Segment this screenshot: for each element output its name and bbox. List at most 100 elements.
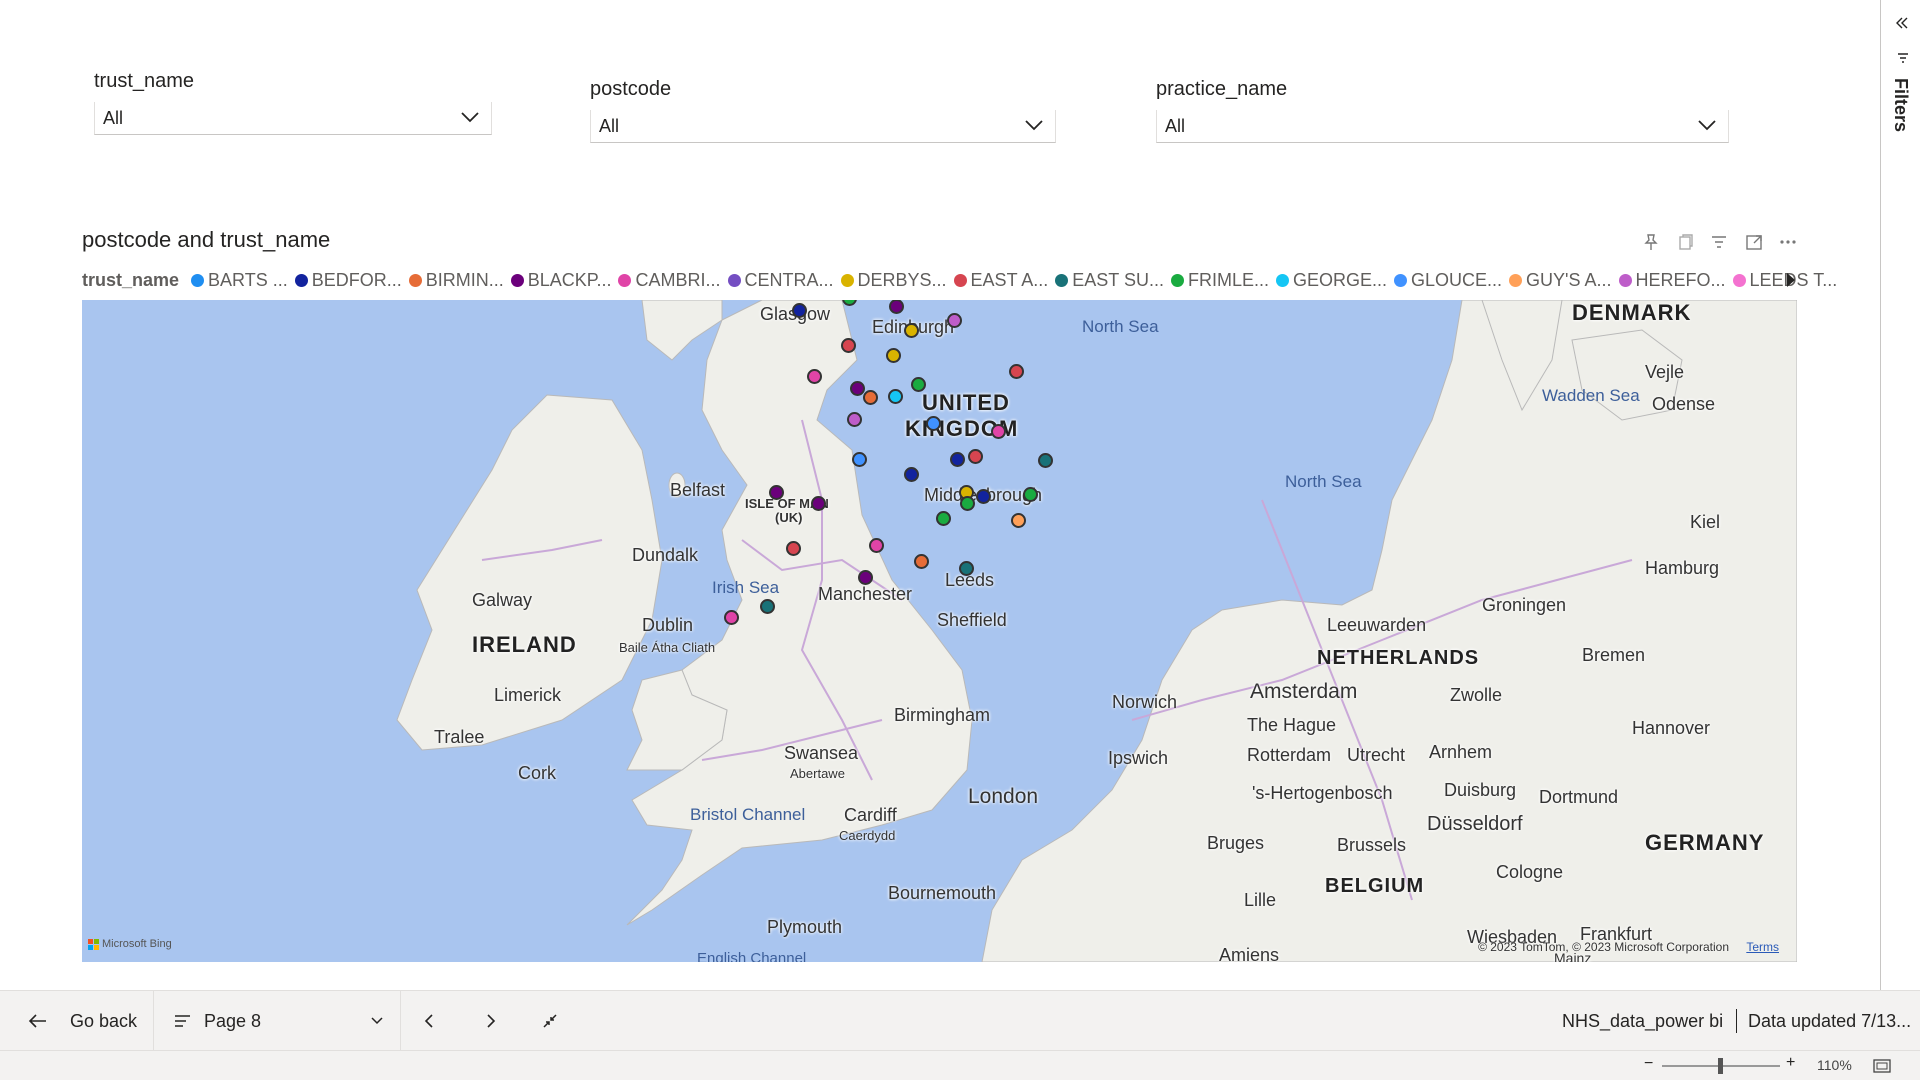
- map-label: (UK): [775, 510, 803, 525]
- legend-label: GEORGE...: [1292, 269, 1388, 290]
- map-data-point[interactable]: [959, 561, 974, 576]
- map-data-point[interactable]: [841, 338, 856, 353]
- map-visual[interactable]: Glasgow Edinburgh North Sea DENMARK Vejl…: [82, 300, 1797, 962]
- chevron-double-left-icon[interactable]: [1895, 16, 1909, 30]
- map-data-point[interactable]: [904, 323, 919, 338]
- map-data-point[interactable]: [968, 449, 983, 464]
- map-data-point[interactable]: [1009, 364, 1024, 379]
- map-data-point[interactable]: [852, 452, 867, 467]
- map-data-point[interactable]: [976, 489, 991, 504]
- map-data-point[interactable]: [947, 313, 962, 328]
- map-data-point[interactable]: [991, 424, 1006, 439]
- more-options-icon[interactable]: [1778, 232, 1798, 252]
- zoom-in-icon[interactable]: +: [1786, 1054, 1795, 1072]
- legend-item[interactable]: GLOUCE...: [1394, 270, 1502, 291]
- zoom-out-icon[interactable]: −: [1644, 1055, 1653, 1073]
- map-data-point[interactable]: [1038, 453, 1053, 468]
- map-data-point[interactable]: [760, 599, 775, 614]
- legend-dot: [191, 273, 205, 287]
- legend-dot: [618, 273, 632, 287]
- map-label: NETHERLANDS: [1317, 647, 1480, 669]
- map-data-point[interactable]: [888, 389, 903, 404]
- legend-next-arrow-icon[interactable]: [1784, 271, 1798, 289]
- map-data-point[interactable]: [914, 554, 929, 569]
- map-label: Limerick: [494, 685, 562, 705]
- legend-item[interactable]: BARTS ...: [191, 270, 288, 291]
- focus-mode-icon[interactable]: [1744, 232, 1764, 252]
- map-data-point[interactable]: [847, 412, 862, 427]
- map-data-point[interactable]: [869, 538, 884, 553]
- map-label: Irish Sea: [712, 578, 780, 597]
- legend-item[interactable]: CAMBRI...: [618, 270, 721, 291]
- legend-item[interactable]: GUY'S A...: [1509, 270, 1612, 291]
- map-label: Lille: [1244, 890, 1277, 910]
- legend-label: BARTS ...: [208, 269, 288, 290]
- legend-label: HEREFO...: [1635, 269, 1726, 290]
- map-data-point[interactable]: [858, 570, 873, 585]
- map-label: IRELAND: [472, 632, 577, 657]
- map-data-point[interactable]: [863, 390, 878, 405]
- map-data-point[interactable]: [886, 348, 901, 363]
- map-data-point[interactable]: [811, 496, 826, 511]
- map-data-point[interactable]: [926, 416, 941, 431]
- map-data-point[interactable]: [904, 467, 919, 482]
- map-data-point[interactable]: [769, 485, 784, 500]
- filters-label[interactable]: Filters: [1890, 78, 1911, 132]
- map-data-point[interactable]: [960, 496, 975, 511]
- next-page-button[interactable]: [484, 991, 498, 1051]
- map-data-point[interactable]: [911, 377, 926, 392]
- map-data-point[interactable]: [1023, 487, 1038, 502]
- map-label: Bremen: [1582, 645, 1646, 665]
- legend-item[interactable]: BIRMIN...: [408, 270, 504, 291]
- legend-item[interactable]: DERBYS...: [840, 270, 947, 291]
- legend-item[interactable]: HEREFO...: [1618, 269, 1726, 291]
- map-label: Dublin: [642, 615, 694, 635]
- map-label: Duisburg: [1444, 780, 1517, 800]
- map-label: Leeuwarden: [1327, 615, 1427, 635]
- data-updated-text: Data updated 7/13...: [1748, 1010, 1912, 1031]
- postcode-dropdown[interactable]: All: [590, 110, 1056, 143]
- map-label: London: [968, 785, 1039, 808]
- previous-page-button[interactable]: [422, 991, 436, 1051]
- go-back-button[interactable]: Go back: [28, 991, 137, 1051]
- map-label: Abertawe: [790, 766, 845, 781]
- zoom-slider-handle[interactable]: [1718, 1058, 1723, 1074]
- legend-item[interactable]: GEORGE...: [1275, 269, 1388, 291]
- legend-item[interactable]: BLACKP...: [510, 270, 611, 291]
- legend-item[interactable]: EAST SU...: [1055, 270, 1164, 291]
- map-label: Cork: [518, 763, 557, 783]
- legend-dot: [1732, 273, 1746, 287]
- map-data-point[interactable]: [724, 610, 739, 625]
- filters-pane[interactable]: [1880, 0, 1920, 990]
- report-canvas: { "slicers": [ {"title": "trust_name", "…: [0, 0, 1920, 1080]
- terms-link[interactable]: Terms: [1746, 940, 1779, 954]
- legend-item[interactable]: FRIMLE...: [1170, 270, 1269, 291]
- pin-icon[interactable]: [1641, 232, 1661, 252]
- page-selector[interactable]: Page 8: [174, 991, 384, 1051]
- map-label: Bruges: [1207, 833, 1265, 853]
- map-data-point[interactable]: [792, 303, 807, 318]
- map-label: BELGIUM: [1325, 875, 1425, 897]
- map-data-point[interactable]: [807, 369, 822, 384]
- map-label: Amsterdam: [1250, 680, 1358, 703]
- map-data-point[interactable]: [950, 452, 965, 467]
- legend-item[interactable]: CENTRA...: [727, 270, 834, 291]
- legend-item[interactable]: BEDFOR...: [294, 270, 402, 291]
- legend-item[interactable]: EAST A...: [953, 270, 1048, 291]
- fit-to-page-button[interactable]: [542, 991, 558, 1051]
- map-data-point[interactable]: [936, 511, 951, 526]
- map-data-point[interactable]: [1011, 513, 1026, 528]
- divider: [400, 991, 401, 1051]
- map-data-point[interactable]: [786, 541, 801, 556]
- map-label: Odense: [1652, 394, 1716, 414]
- chevron-right-icon: [487, 1014, 496, 1028]
- trust-name-dropdown[interactable]: All: [94, 102, 492, 135]
- practice-name-dropdown[interactable]: All: [1156, 110, 1729, 143]
- copy-icon[interactable]: [1675, 232, 1695, 252]
- map-label: Cologne: [1496, 862, 1564, 882]
- filter-icon: [1898, 53, 1908, 63]
- legend-dot: [1618, 273, 1632, 287]
- filter-icon[interactable]: [1709, 232, 1729, 252]
- slicer-value: All: [1165, 116, 1186, 136]
- fit-page-icon[interactable]: [1873, 1059, 1891, 1073]
